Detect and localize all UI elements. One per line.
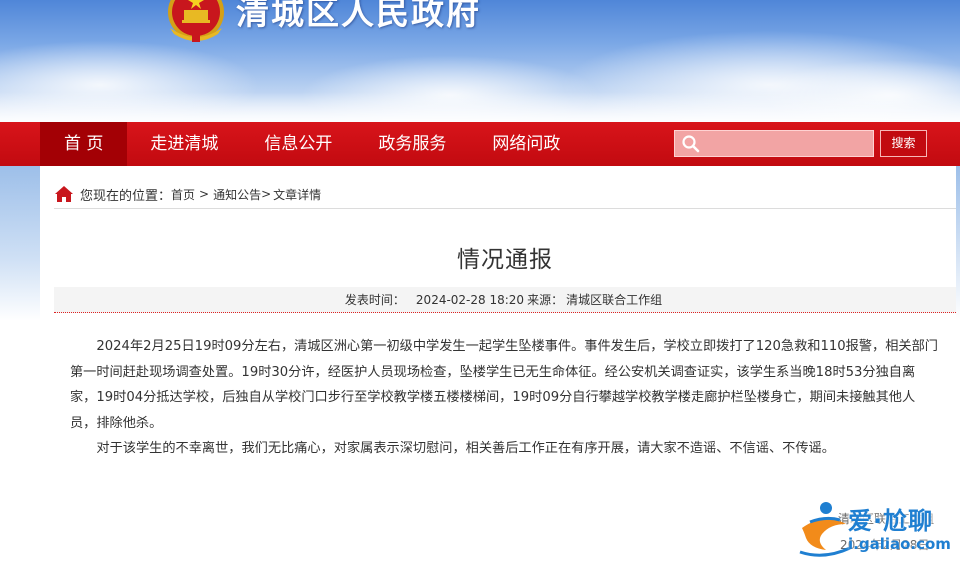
breadcrumb-separator: >: [261, 187, 272, 201]
divider: [54, 208, 956, 209]
publish-time: 2024-02-28 18:20: [415, 293, 525, 307]
header-banner: 清城区人民政府: [0, 0, 960, 122]
source-value: 清城区联合工作组: [566, 293, 663, 307]
publish-label: 发表时间：: [344, 293, 405, 307]
breadcrumb-prefix: 您现在的位置：: [80, 188, 172, 204]
side-decoration-left: [0, 166, 40, 321]
breadcrumb-current: 文章详情: [273, 187, 322, 202]
search-input[interactable]: [703, 133, 869, 154]
nav-item-services[interactable]: 政务服务: [355, 122, 469, 166]
breadcrumb-notices[interactable]: 通知公告: [213, 186, 261, 203]
search-button[interactable]: 搜索: [880, 130, 927, 157]
watermark-url: i.galiao.com: [848, 535, 951, 553]
article-title: 情况通报: [457, 247, 553, 273]
side-decoration-right: [956, 166, 960, 321]
article-paragraph: 对于该学生的不幸离世，我们无比痛心，对家属表示深切慰问，相关善后工作正在有序开展…: [96, 441, 835, 456]
breadcrumb-home[interactable]: 首页: [171, 186, 195, 203]
site-title: 清城区人民政府: [236, 0, 481, 32]
nav-item-home[interactable]: 首 页: [40, 122, 128, 166]
nav-item-info[interactable]: 信息公开: [241, 122, 355, 166]
search-box: [674, 130, 874, 157]
article-body: 2024年2月25日19时09分左右，清城区洲心第一初级中学发生一起学生坠楼事件…: [70, 334, 940, 462]
article-meta: 发表时间： 2024-02-28 18:20 来源： 清城区联合工作组: [54, 287, 956, 313]
search-icon: [682, 135, 700, 153]
national-emblem-icon: [168, 0, 224, 42]
article-paragraph: 2024年2月25日19时09分左右，清城区洲心第一初级中学发生一起学生坠楼事件…: [70, 339, 938, 431]
source-label: 来源：: [527, 293, 564, 307]
watermark-text: 爱·尬聊: [848, 507, 934, 535]
nav-item-inquiry[interactable]: 网络问政: [469, 122, 583, 166]
breadcrumb-separator: >: [199, 187, 210, 201]
home-icon: [55, 186, 73, 202]
breadcrumb: 您现在的位置： 首页 > 通知公告 > 文章详情: [54, 182, 321, 206]
nav-item-about[interactable]: 走进清城: [127, 122, 241, 166]
watermark: 爱·尬聊 i.galiao.com: [796, 498, 956, 560]
main-nav: 首 页 走进清城 信息公开 政务服务 网络问政 搜索: [0, 122, 960, 166]
watermark-logo-icon: [799, 502, 851, 557]
